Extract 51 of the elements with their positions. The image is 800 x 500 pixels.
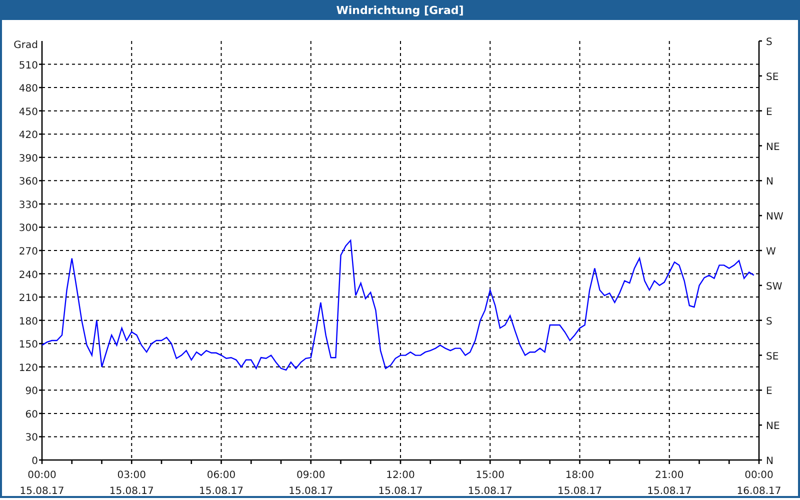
y-axis-label: 60: [25, 409, 38, 420]
x-axis-label: 00:00: [28, 470, 56, 481]
compass-label: W: [766, 246, 776, 258]
x-axis-label: 06:00: [206, 470, 236, 481]
date-label: 15.08.17: [288, 486, 334, 496]
y-axis-label: 450: [18, 106, 38, 118]
compass-label: E: [766, 106, 772, 118]
y-axis-label: 30: [25, 432, 38, 444]
date-label: 15.08.17: [557, 486, 602, 496]
x-axis-label: 12:00: [386, 470, 415, 481]
compass-label: NE: [766, 421, 780, 432]
y-axis-label: 330: [18, 200, 38, 211]
y-axis-label: 90: [25, 386, 38, 398]
y-axis-label: 270: [18, 246, 38, 258]
date-label: 15.08.17: [378, 486, 423, 496]
y-axis-label: 510: [18, 60, 38, 72]
x-axis-label: 03:00: [117, 470, 146, 481]
y-axis-label: 360: [18, 176, 38, 188]
date-label: 15.08.17: [109, 486, 154, 496]
x-axis-label: 15:00: [476, 470, 505, 481]
y-axis-label: 480: [18, 84, 38, 95]
compass-label: S: [766, 37, 772, 48]
y-axis-label: 0: [32, 456, 38, 467]
y-axis-title: Grad: [14, 40, 38, 51]
compass-label: N: [766, 176, 774, 188]
y-axis-label: 300: [18, 223, 38, 234]
x-axis-label: 09:00: [296, 470, 326, 481]
y-axis-label: 240: [18, 270, 38, 281]
date-label: 15.08.17: [198, 486, 244, 496]
compass-label: SW: [766, 281, 782, 292]
date-label: 15.08.17: [468, 486, 512, 496]
y-axis-label: 210: [18, 293, 38, 304]
compass-label: SE: [766, 72, 779, 83]
compass-label: SE: [766, 351, 779, 362]
compass-label: NE: [766, 142, 780, 153]
compass-label: E: [766, 386, 772, 398]
date-label: 15.08.17: [647, 486, 692, 496]
y-axis-label: 120: [18, 362, 38, 374]
x-axis-label: 21:00: [654, 470, 684, 481]
y-axis-label: 180: [18, 316, 38, 328]
date-label: 16.08.17: [736, 486, 782, 496]
y-axis-label: 390: [18, 153, 38, 164]
compass-label: N: [766, 456, 774, 467]
y-axis-label: 420: [18, 130, 38, 142]
x-axis-label: 18:00: [565, 470, 594, 481]
compass-label: S: [766, 316, 772, 328]
compass-label: NW: [766, 212, 784, 223]
date-label: 15.08.17: [20, 486, 64, 496]
x-axis-label: 00:00: [744, 470, 774, 481]
y-axis-label: 150: [18, 340, 38, 351]
window-title: Windrichtung [Grad]: [2, 0, 798, 20]
